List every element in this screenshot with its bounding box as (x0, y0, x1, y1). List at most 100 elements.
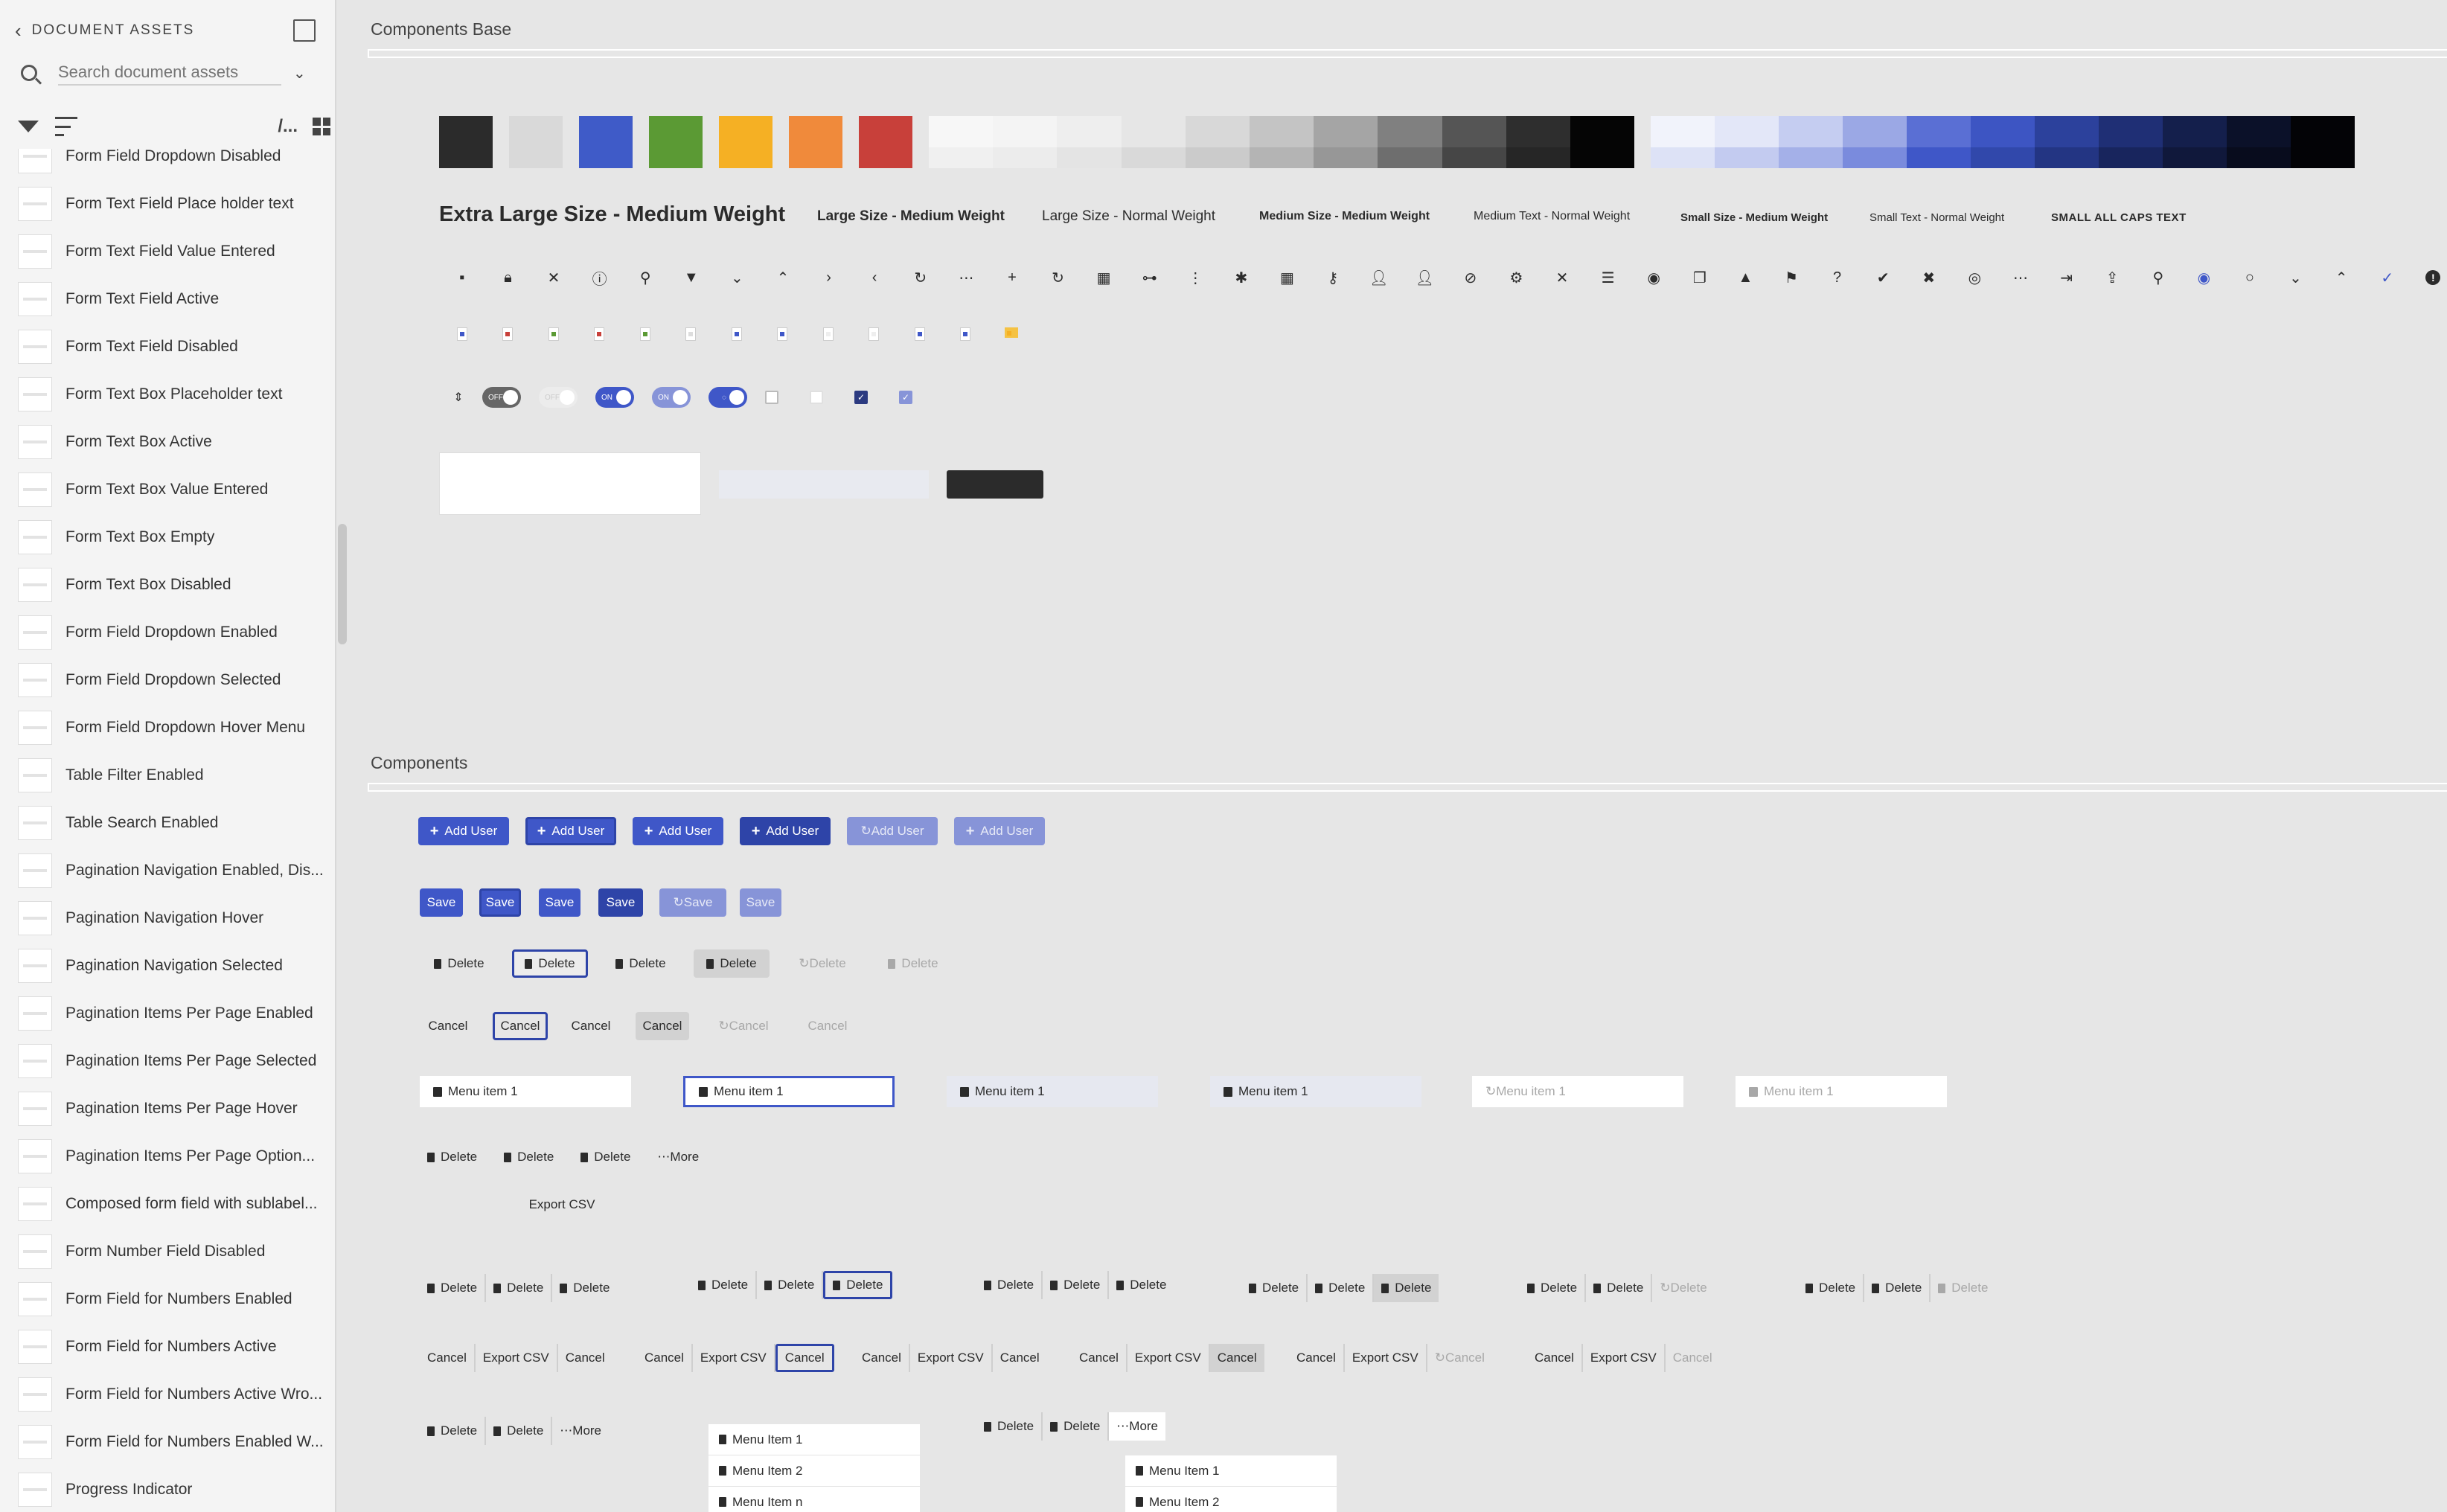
delete-button[interactable]: Delete (1241, 1274, 1308, 1302)
grid-view-icon[interactable] (313, 118, 330, 135)
cancel-button[interactable]: Cancel (1666, 1344, 1720, 1372)
asset-list-item[interactable]: Table Search Enabled (0, 799, 327, 847)
sidebar-scrollbar[interactable] (338, 524, 347, 644)
checkbox-checked[interactable]: ✓ (854, 391, 868, 404)
toggle-loading[interactable]: ◌ (708, 387, 747, 408)
delete-button[interactable]: Delete (875, 949, 951, 978)
cancel-button[interactable]: Cancel (1072, 1344, 1127, 1372)
add-user-button[interactable]: + Add User (418, 817, 509, 845)
asset-list-item[interactable]: Form Field Dropdown Selected (0, 656, 327, 704)
delete-button[interactable]: Delete (976, 1271, 1043, 1299)
asset-list-item[interactable]: Form Text Box Placeholder text (0, 371, 327, 418)
search-input[interactable] (58, 60, 281, 86)
menu-item-field[interactable]: Menu item 1 (1210, 1076, 1421, 1107)
cancel-button[interactable]: ↻ Cancel (707, 1012, 780, 1040)
delete-button[interactable]: ↻ Delete (784, 949, 860, 978)
delete-button[interactable]: Delete (486, 1417, 553, 1445)
delete-button[interactable]: Delete (976, 1412, 1043, 1441)
asset-list-item[interactable]: Table Filter Enabled (0, 752, 327, 799)
cancel-button[interactable]: Cancel (564, 1012, 618, 1040)
asset-list-item[interactable]: Pagination Items Per Page Selected (0, 1037, 327, 1085)
dropdown-menu-item[interactable]: Menu Item 1 (1125, 1455, 1337, 1487)
export-csv-button[interactable]: Export CSV (476, 1344, 558, 1372)
toggle-on[interactable]: ON (595, 387, 634, 408)
asset-list-item[interactable]: Form Text Field Disabled (0, 323, 327, 371)
delete-button[interactable]: Delete (1864, 1274, 1931, 1302)
save-button[interactable]: Save (598, 888, 643, 917)
cancel-button[interactable]: Cancel (799, 1012, 856, 1040)
delete-button[interactable]: Delete (421, 949, 497, 978)
asset-list-item[interactable]: Form Text Box Disabled (0, 561, 327, 609)
delete-button[interactable]: Delete (757, 1271, 824, 1299)
export-csv-button[interactable]: Export CSV (693, 1344, 775, 1372)
toggle-off[interactable]: OFF (482, 387, 521, 408)
delete-button[interactable]: Delete (552, 1274, 617, 1302)
asset-list-item[interactable]: Form Text Box Active (0, 418, 327, 466)
sort-icon[interactable] (55, 117, 77, 136)
delete-button[interactable]: Delete (691, 1271, 758, 1299)
delete-button[interactable]: ↻ Delete (1652, 1274, 1714, 1302)
more-button[interactable]: ⋯ More (650, 1143, 706, 1171)
asset-list-item[interactable]: Form Text Field Place holder text (0, 180, 327, 228)
asset-list-item[interactable]: Form Field for Numbers Enabled W... (0, 1418, 327, 1466)
add-user-button[interactable]: ↻ Add User (847, 817, 938, 845)
add-user-button[interactable]: + Add User (740, 817, 831, 845)
back-chevron-icon[interactable]: ‹ (15, 21, 22, 40)
delete-button[interactable]: Delete (1043, 1412, 1110, 1441)
delete-button[interactable]: Delete (420, 1274, 487, 1302)
checkbox-checked-disabled[interactable]: ✓ (899, 391, 912, 404)
dropdown-menu-item[interactable]: Menu Item 2 (708, 1455, 920, 1487)
asset-list-item[interactable]: Pagination Items Per Page Option... (0, 1133, 327, 1180)
toggle-off-disabled[interactable]: OFF (539, 387, 578, 408)
dropdown-menu-item[interactable]: Menu Item 1 (708, 1424, 920, 1455)
save-button[interactable]: ↻ Save (659, 888, 726, 917)
add-user-button[interactable]: + Add User (525, 817, 616, 845)
delete-button[interactable]: Delete (694, 949, 770, 978)
asset-list-item[interactable]: Form Number Field Disabled (0, 1228, 327, 1275)
export-csv-button[interactable]: Export CSV (1127, 1344, 1210, 1372)
dropdown-menu-item[interactable]: Menu Item 2 (1125, 1487, 1337, 1512)
asset-list-item[interactable]: Pagination Items Per Page Enabled (0, 990, 327, 1037)
delete-button[interactable]: Delete (1586, 1274, 1653, 1302)
save-button[interactable]: Save (479, 888, 521, 917)
delete-button[interactable]: Delete (512, 949, 588, 978)
menu-item-field[interactable]: Menu item 1 (420, 1076, 631, 1107)
cancel-button[interactable]: Cancel (493, 1012, 548, 1040)
stepper-icon[interactable]: ⇕ (439, 390, 478, 405)
cancel-button[interactable]: Cancel (1289, 1344, 1345, 1372)
cancel-button[interactable]: Cancel (637, 1344, 693, 1372)
delete-button[interactable]: Delete (1308, 1274, 1375, 1302)
asset-list-item[interactable]: Form Field Dropdown Enabled (0, 609, 327, 656)
checkbox-disabled[interactable] (810, 391, 823, 404)
export-csv-button[interactable]: Export CSV (1583, 1344, 1666, 1372)
export-icon[interactable] (293, 19, 316, 42)
cancel-button[interactable]: Cancel (854, 1344, 910, 1372)
asset-list-item[interactable]: Form Field for Numbers Active Wro... (0, 1371, 327, 1418)
asset-list-item[interactable]: Pagination Navigation Hover (0, 894, 327, 942)
delete-button[interactable]: Delete (1043, 1271, 1110, 1299)
delete-button[interactable]: Delete (573, 1143, 638, 1171)
save-button[interactable]: Save (420, 888, 463, 917)
delete-button[interactable]: Delete (420, 1417, 487, 1445)
delete-button[interactable]: Delete (486, 1274, 553, 1302)
delete-button[interactable]: Delete (1520, 1274, 1587, 1302)
cancel-button[interactable]: Cancel (1527, 1344, 1583, 1372)
asset-list-item[interactable]: Progress Indicator (0, 1466, 327, 1512)
delete-button[interactable]: Delete (603, 949, 679, 978)
delete-button[interactable]: Delete (420, 1143, 484, 1171)
menu-item-field[interactable]: ↻ Menu item 1 (1472, 1076, 1683, 1107)
add-user-button[interactable]: + Add User (633, 817, 723, 845)
add-user-button[interactable]: + Add User (954, 817, 1045, 845)
toggle-on-disabled[interactable]: ON (652, 387, 691, 408)
asset-list-item[interactable]: Form Text Box Empty (0, 513, 327, 561)
delete-button[interactable]: Delete (1109, 1271, 1174, 1299)
asset-list-item[interactable]: Form Field for Numbers Active (0, 1323, 327, 1371)
cancel-button[interactable]: Cancel (420, 1344, 476, 1372)
delete-button[interactable]: Delete (496, 1143, 561, 1171)
chevron-down-icon[interactable]: ⌄ (293, 64, 306, 83)
asset-list-item[interactable]: Form Text Field Value Entered (0, 228, 327, 275)
export-csv-button[interactable]: Export CSV (521, 1191, 603, 1219)
menu-item-field[interactable]: Menu item 1 (683, 1076, 895, 1107)
delete-button[interactable]: Delete (1931, 1274, 1995, 1302)
menu-item-field[interactable]: Menu item 1 (1736, 1076, 1947, 1107)
